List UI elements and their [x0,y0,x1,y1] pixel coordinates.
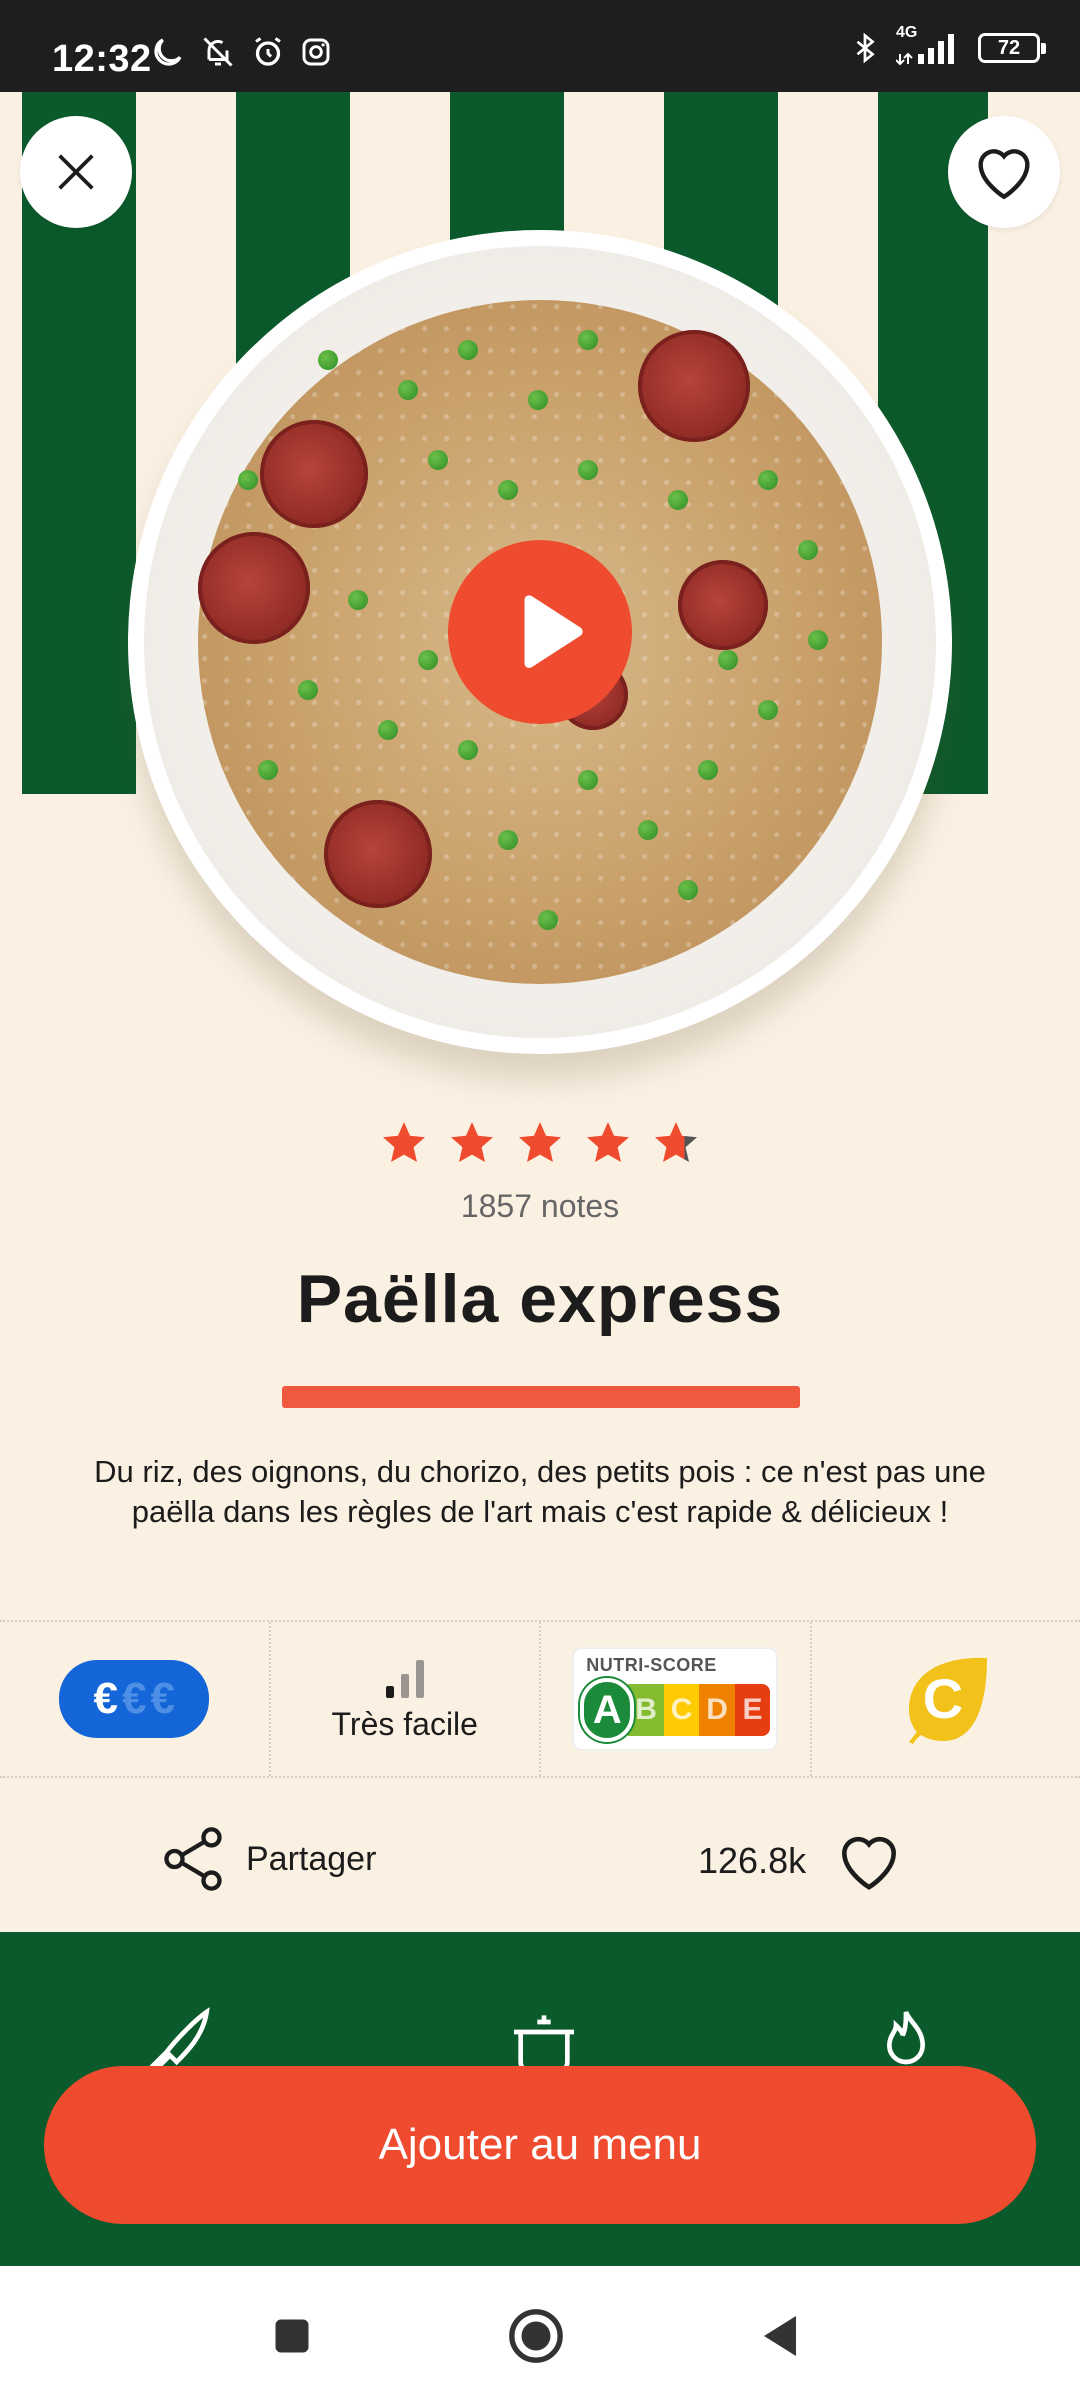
add-to-menu-button[interactable]: Ajouter au menu [44,2066,1036,2224]
battery-icon: 72 [978,33,1046,63]
recipe-description: Du riz, des oignons, du chorizo, des pet… [94,1454,986,1529]
star-icon [451,1122,493,1162]
actions-row: Partager 126.8k [0,1780,1080,1932]
close-icon [58,154,94,190]
back-triangle-icon [764,2316,796,2356]
battery-level: 72 [997,36,1021,59]
difficulty-label: Très facile [331,1705,478,1742]
share-button[interactable]: Partager [156,1822,376,1896]
rating-count: 1857 notes [460,1188,620,1224]
share-icon [164,1827,222,1891]
ecoscore-cell[interactable]: C [812,1622,1080,1776]
nutriscore-label: NUTRI-SCORE [586,1655,717,1675]
instagram-icon [302,38,330,66]
heart-outline-icon [978,149,1030,200]
like-button[interactable]: 126.8k [698,1824,906,1898]
ecoscore-letter: C [922,1667,964,1730]
close-button[interactable] [20,116,132,228]
difficulty-bars-icon [385,1659,424,1698]
nutriscore-badge: NUTRI-SCORE A B C D E [572,1647,779,1751]
nutriscore-cell[interactable]: NUTRI-SCORE A B C D E [541,1622,812,1776]
signal-icon [896,34,954,66]
price-symbol-inactive: € [150,1674,175,1723]
recents-button[interactable] [262,2306,322,2366]
bell-off-icon [203,37,233,67]
recents-square-icon [275,2319,309,2353]
recipe-info-row: € € € Très facile NUTRI-SCORE A B C D E … [0,1620,1080,1778]
status-time: 12:32 [52,38,152,80]
home-circle-icon [509,2309,563,2363]
difficulty-cell[interactable]: Très facile [271,1622,541,1776]
price-cell[interactable]: € € € [0,1622,271,1776]
alarm-icon [255,37,281,66]
price-symbol-active: € [93,1674,118,1723]
rating-stars [0,1118,1080,1166]
signal-indicator: 4G [896,24,962,66]
favorite-button[interactable] [948,116,1060,228]
status-left-icons [150,34,332,70]
price-badge: € € € [59,1660,210,1738]
play-icon [524,595,583,668]
nutriscore-a: A [580,1678,635,1742]
star-icon [519,1122,561,1162]
nutriscore-d: D [699,1684,735,1736]
star-partial-icon [655,1122,697,1162]
status-right-icons: 4G 72 [850,24,1046,66]
recipe-hero [0,92,1080,1054]
heart-outline-icon [842,1836,897,1890]
system-nav-bar [0,2266,1080,2400]
status-bar: 12:32 4G 72 [0,0,1080,92]
bluetooth-icon [856,32,875,64]
recipe-title: Paëlla express [296,1261,784,1337]
moon-icon [154,38,182,66]
nutriscore-scale: A B C D E [580,1678,771,1742]
back-button[interactable] [752,2306,812,2366]
recipe-screen: 12:32 4G 72 1857 notes Paëlla express Du… [0,0,1080,2400]
star-icon [587,1122,629,1162]
title-underline [282,1386,800,1408]
likes-count: 126.8k [698,1840,807,1881]
play-video-button[interactable] [448,540,632,724]
home-button[interactable] [506,2306,566,2366]
price-symbol-inactive: € [122,1674,147,1723]
star-icon [383,1122,425,1162]
ecoscore-badge: C [901,1654,991,1744]
share-label: Partager [246,1839,377,1878]
nutriscore-c: C [663,1684,700,1736]
nutriscore-e: E [734,1684,771,1736]
